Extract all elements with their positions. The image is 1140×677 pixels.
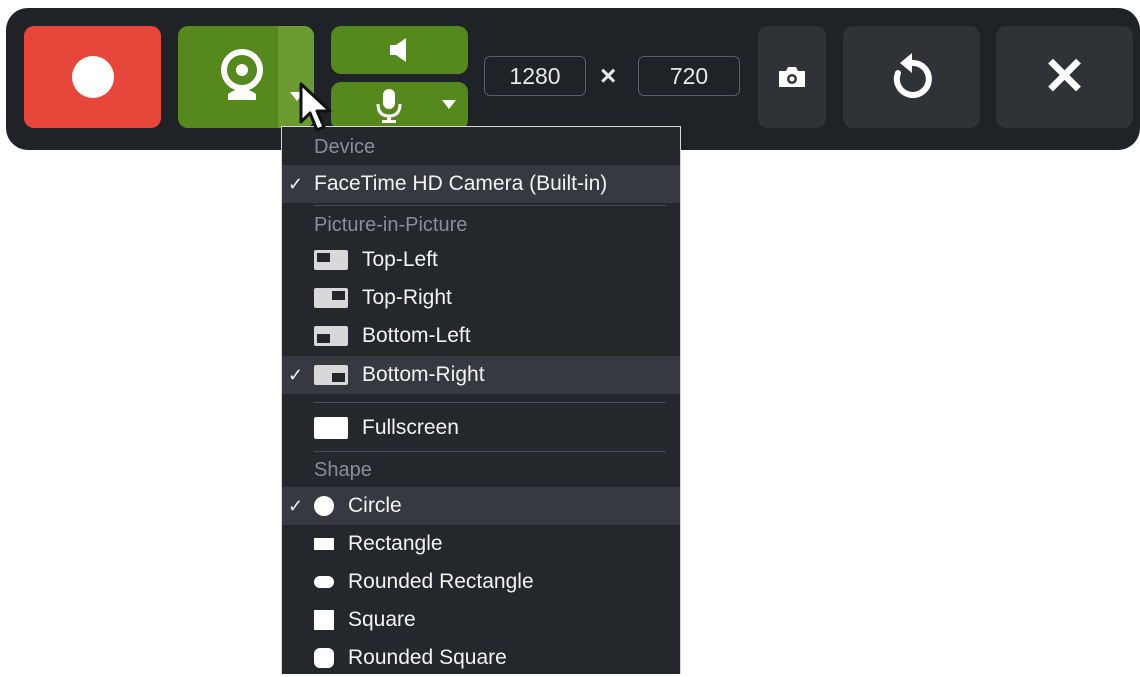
rectangle-icon <box>314 538 334 550</box>
menu-item-label: Circle <box>348 494 402 517</box>
menu-item-label: Bottom-Right <box>362 363 485 386</box>
rounded-rectangle-icon <box>314 576 334 588</box>
pip-bottom-right-icon <box>314 365 348 385</box>
menu-item-fullscreen[interactable]: Fullscreen <box>282 409 680 447</box>
menu-item-bottom-left[interactable]: Bottom-Left <box>282 317 680 355</box>
pip-top-left-icon <box>314 250 348 270</box>
microphone-icon <box>376 89 401 123</box>
menu-item-square[interactable]: Square <box>282 601 680 639</box>
height-input[interactable]: 720 <box>638 56 740 96</box>
menu-item-rounded-rectangle[interactable]: Rounded Rectangle <box>282 563 680 601</box>
width-input[interactable]: 1280 <box>484 56 586 96</box>
menu-item-label: Rectangle <box>348 532 443 555</box>
menu-divider <box>314 205 666 206</box>
menu-item-label: Fullscreen <box>362 416 459 439</box>
camera-options-menu: Device ✓ FaceTime HD Camera (Built-in) P… <box>281 126 681 674</box>
restart-button[interactable] <box>843 26 980 128</box>
close-button[interactable]: ✕ <box>996 26 1133 128</box>
menu-header-pip: Picture-in-Picture <box>314 214 468 236</box>
menu-item-label: Rounded Rectangle <box>348 570 534 593</box>
check-icon: ✓ <box>288 364 304 385</box>
camera-icon <box>779 67 805 87</box>
webcam-icon <box>221 49 263 100</box>
pip-bottom-left-icon <box>314 326 348 346</box>
menu-item-circle[interactable]: ✓ Circle <box>282 487 680 525</box>
menu-item-label: Bottom-Left <box>362 324 471 347</box>
speaker-icon <box>389 38 406 62</box>
fullscreen-icon <box>314 417 348 439</box>
menu-header-shape: Shape <box>314 459 372 481</box>
menu-divider <box>314 402 666 403</box>
mouse-pointer-icon <box>299 82 332 132</box>
record-icon <box>71 56 114 98</box>
menu-item-label: Top-Right <box>362 286 452 309</box>
menu-item-device[interactable]: ✓ FaceTime HD Camera (Built-in) <box>282 165 680 203</box>
dimension-separator: × <box>600 60 617 91</box>
rounded-square-icon <box>314 648 334 668</box>
menu-item-label: Top-Left <box>362 248 438 271</box>
menu-item-label: Rounded Square <box>348 646 507 669</box>
menu-item-label: FaceTime HD Camera (Built-in) <box>314 172 608 195</box>
microphone-button[interactable] <box>331 82 468 130</box>
menu-header-device: Device <box>314 136 376 158</box>
menu-item-label: Square <box>348 608 416 631</box>
check-icon: ✓ <box>288 495 304 516</box>
square-icon <box>314 610 334 630</box>
chevron-down-icon <box>442 100 456 109</box>
screenshot-button[interactable] <box>758 26 826 128</box>
menu-item-rounded-square[interactable]: Rounded Square <box>282 639 680 677</box>
circle-icon <box>314 496 334 516</box>
pip-top-right-icon <box>314 288 348 308</box>
menu-divider <box>314 451 666 452</box>
restart-icon <box>893 53 932 98</box>
system-audio-button[interactable] <box>331 26 468 74</box>
check-icon: ✓ <box>288 173 304 194</box>
close-icon: ✕ <box>1042 48 1087 106</box>
menu-item-top-right[interactable]: Top-Right <box>282 279 680 317</box>
menu-item-bottom-right[interactable]: ✓ Bottom-Right <box>282 356 680 394</box>
camera-button[interactable] <box>178 26 314 128</box>
menu-item-top-left[interactable]: Top-Left <box>282 241 680 279</box>
menu-item-rectangle[interactable]: Rectangle <box>282 525 680 563</box>
record-button[interactable] <box>24 26 161 128</box>
